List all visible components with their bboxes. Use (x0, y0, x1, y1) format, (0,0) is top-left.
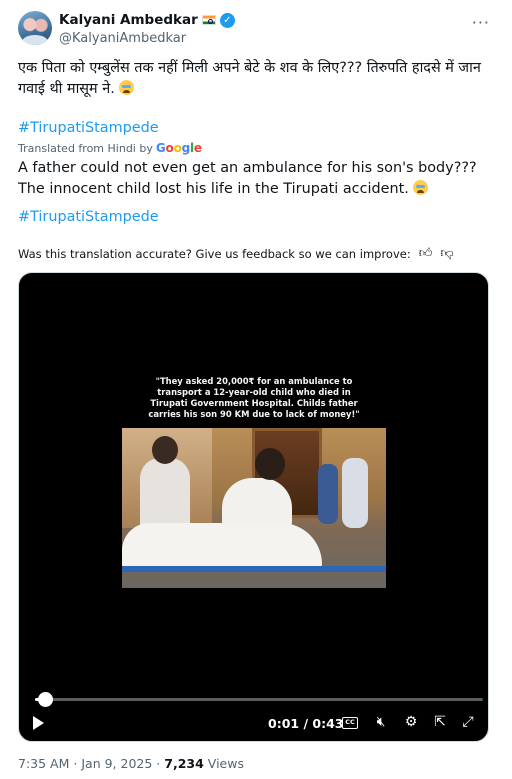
time-separator: / (303, 716, 309, 731)
post-translated-text: A father could not even get an ambulance… (18, 158, 488, 200)
scene-person-head (152, 436, 178, 464)
views-count[interactable]: 7,234 (164, 756, 204, 771)
thumbs-down-icon[interactable]: 👎︎ (440, 246, 453, 261)
scene-bystander (318, 464, 338, 524)
crying-face-emoji-icon (413, 180, 429, 195)
settings-gear-icon[interactable]: ⚙ (402, 714, 420, 730)
video-seek-bar[interactable] (35, 692, 483, 707)
translation-feedback: Was this translation accurate? Give us f… (18, 246, 454, 261)
india-flag-icon (201, 15, 216, 25)
post-header: Kalyani Ambedkar ✓ @KalyaniAmbedkar ··· (18, 11, 494, 51)
author-name-row[interactable]: Kalyani Ambedkar ✓ (59, 12, 235, 28)
video-controls: 0:01 / 0:43 CC 🔇︎ ⚙ ⇱ ⤢ (19, 713, 488, 737)
author-handle[interactable]: @KalyaniAmbedkar (59, 31, 186, 46)
hashtag-link-translated[interactable]: #TirupatiStampede (18, 209, 159, 225)
post-time[interactable]: 7:35 AM (18, 756, 69, 771)
post-original-text: एक पिता को एम्बुलेंस तक नहीं मिली अपने ब… (18, 58, 498, 100)
author-display-name[interactable]: Kalyani Ambedkar (59, 12, 198, 28)
verified-badge-icon[interactable]: ✓ (219, 12, 235, 28)
post-metadata: 7:35 AM · Jan 9, 2025 · 7,234 Views (18, 756, 244, 771)
fullscreen-icon[interactable]: ⤢ (459, 714, 477, 730)
crying-face-emoji-icon (119, 80, 135, 95)
translation-attribution: Translated from Hindi by Google (18, 141, 202, 155)
meta-separator: · (156, 756, 161, 771)
feedback-prompt: Was this translation accurate? Give us f… (18, 246, 411, 261)
google-logo: Google (155, 141, 202, 155)
meta-separator: · (73, 756, 78, 771)
views-label: Views (207, 756, 244, 771)
translated-text: A father could not even get an ambulance… (18, 160, 477, 197)
play-icon[interactable] (33, 716, 44, 730)
more-options-icon[interactable]: ··· (472, 13, 490, 32)
thumbs-up-icon[interactable]: 👍︎ (419, 246, 433, 261)
video-caption: "They asked 20,000₹ for an ambulance to … (148, 376, 360, 419)
current-time: 0:01 (268, 716, 300, 731)
video-frame[interactable] (122, 428, 386, 588)
scene-father-head (255, 448, 285, 480)
avatar[interactable] (18, 11, 52, 45)
scene-bystander (342, 458, 368, 528)
duration: 0:43 (312, 716, 344, 731)
scene-father (222, 478, 292, 528)
video-time: 0:01 / 0:43 (268, 716, 343, 731)
scene-stretcher (122, 566, 386, 572)
scene-sheet (122, 523, 322, 571)
translated-from-label: Translated from Hindi by (18, 141, 153, 155)
captions-icon[interactable]: CC (342, 717, 358, 729)
picture-in-picture-icon[interactable]: ⇱ (431, 714, 449, 730)
video-player[interactable]: "They asked 20,000₹ for an ambulance to … (18, 272, 489, 742)
mute-icon[interactable]: 🔇︎ (372, 714, 390, 730)
seek-handle[interactable] (38, 692, 54, 707)
original-text: एक पिता को एम्बुलेंस तक नहीं मिली अपने ब… (18, 60, 481, 97)
hashtag-link[interactable]: #TirupatiStampede (18, 120, 159, 136)
post-date[interactable]: Jan 9, 2025 (81, 756, 152, 771)
